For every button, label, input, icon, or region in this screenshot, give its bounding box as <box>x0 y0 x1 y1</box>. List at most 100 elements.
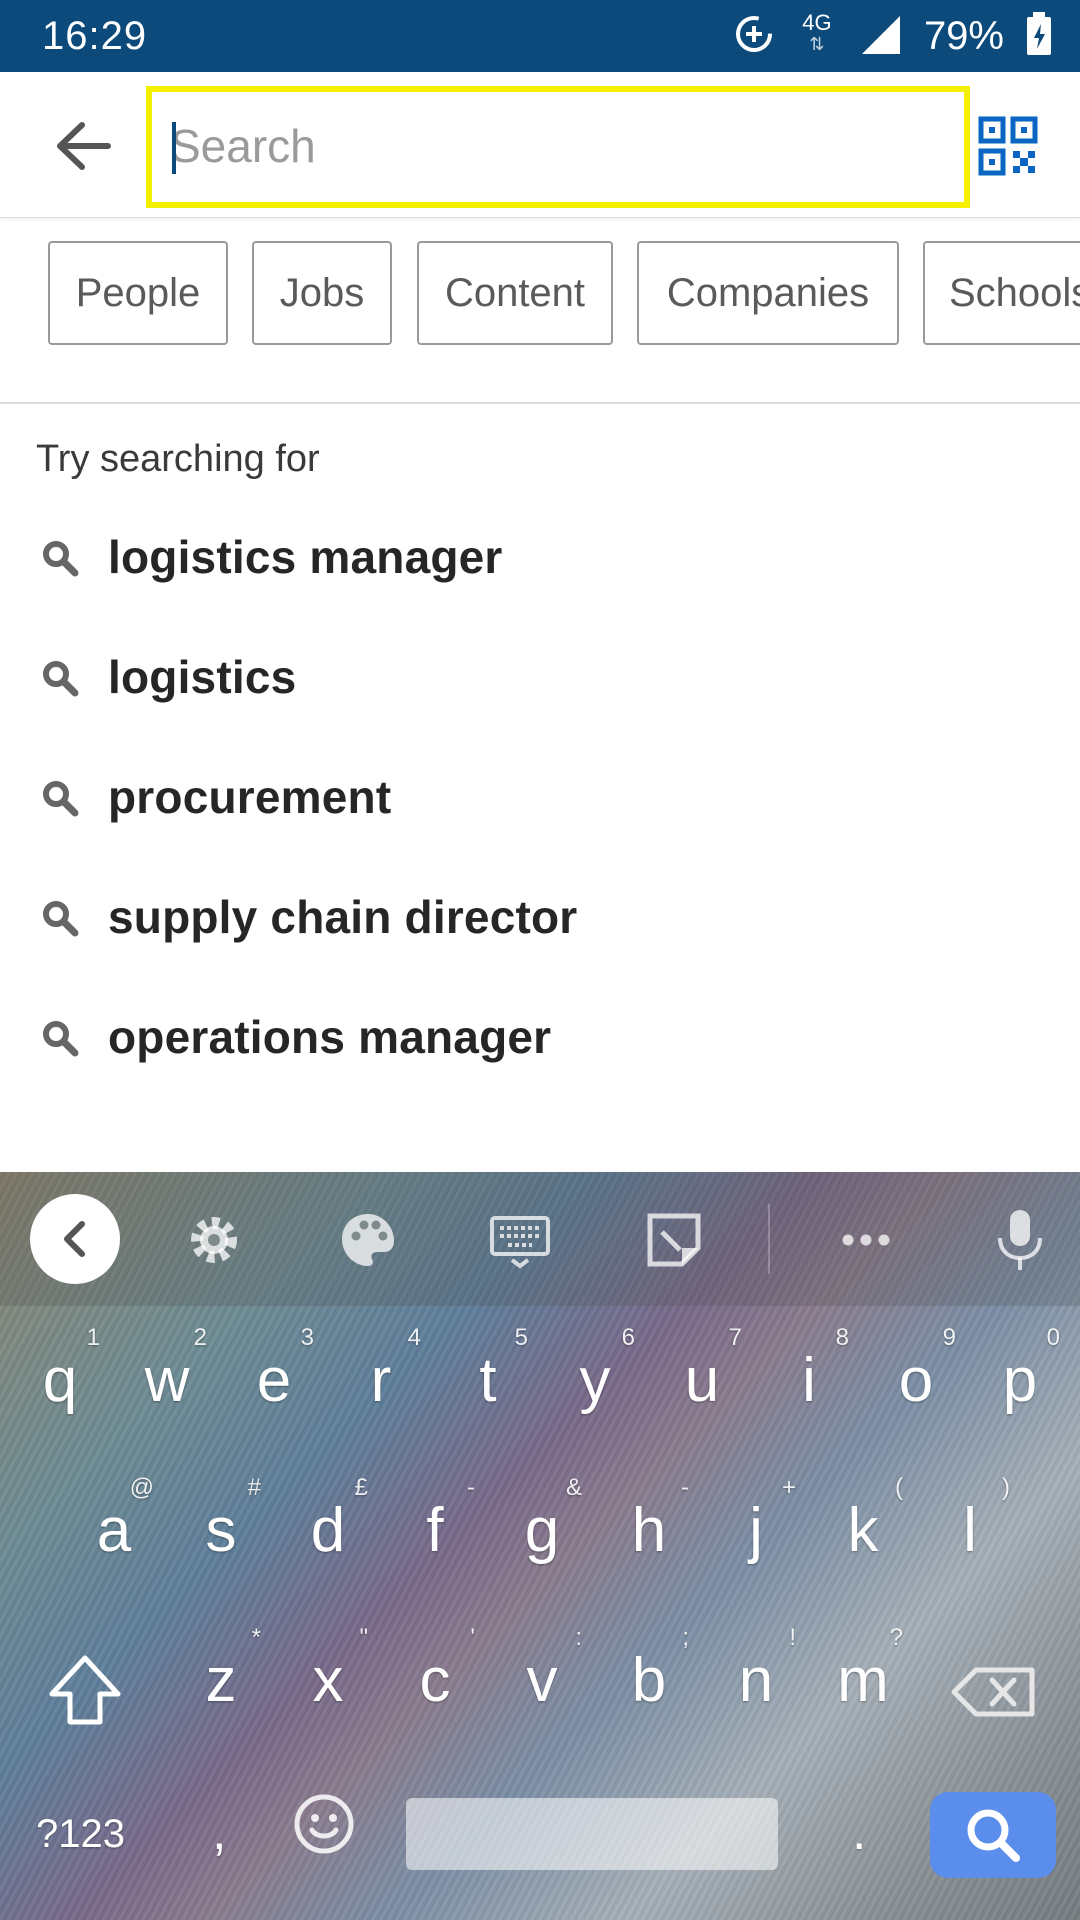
key-k[interactable]: (k <box>809 1468 917 1616</box>
chevron-left-icon <box>64 1221 85 1257</box>
qr-code-button[interactable] <box>978 116 1038 176</box>
symbols-key[interactable]: ?123 <box>36 1812 125 1857</box>
filter-chip-content[interactable]: Content <box>417 241 613 345</box>
keyboard-settings-button[interactable] <box>182 1208 246 1272</box>
key-label: f <box>426 1496 444 1565</box>
key-label: z <box>205 1646 237 1715</box>
suggestion-item[interactable]: logistics manager <box>0 504 1080 614</box>
soft-keyboard: 1q 2w 3e 4r 5t 6y 7u 8i 9o 0p @ a # s £ d -… <box>0 1172 1080 1920</box>
key-label: e <box>256 1346 292 1415</box>
filter-chip-people[interactable]: People <box>48 241 228 345</box>
back-button[interactable] <box>50 116 120 176</box>
status-bar: 16:29 4G ⇅ 79% <box>0 0 1080 72</box>
key-s[interactable]: # s <box>167 1468 275 1616</box>
sticker-icon <box>647 1213 701 1267</box>
collapse-toolbar-button[interactable] <box>30 1194 120 1284</box>
gear-icon <box>191 1217 237 1263</box>
key-y[interactable]: 6y <box>541 1318 649 1466</box>
key-r[interactable]: 4r <box>327 1318 435 1466</box>
key-n[interactable]: ! n <box>702 1618 810 1766</box>
spacebar[interactable] <box>406 1798 778 1870</box>
key-label: i <box>802 1346 816 1415</box>
key-label: j <box>749 1496 763 1565</box>
shift-icon <box>49 1655 121 1725</box>
signal-icon <box>858 12 902 61</box>
filter-chip-jobs[interactable]: Jobs <box>252 241 392 345</box>
key-p[interactable]: 0p <box>966 1318 1074 1466</box>
key-label: r <box>370 1346 392 1415</box>
key-b[interactable]: ; b <box>595 1618 703 1766</box>
filter-chip-companies[interactable]: Companies <box>637 241 899 345</box>
suggestion-item[interactable]: procurement <box>0 744 1080 854</box>
search-action-key[interactable] <box>930 1792 1056 1878</box>
key-label: w <box>144 1346 190 1415</box>
text-cursor <box>172 122 176 174</box>
more-options-button[interactable] <box>834 1208 898 1272</box>
key-label: k <box>847 1496 879 1565</box>
shift-key[interactable] <box>30 1618 140 1766</box>
key-i[interactable]: 8i <box>755 1318 863 1466</box>
backspace-key[interactable] <box>940 1618 1050 1766</box>
key-q[interactable]: 1q <box>6 1318 114 1466</box>
key-e[interactable]: 3e <box>220 1318 328 1466</box>
key-label: l <box>963 1496 977 1565</box>
key-v[interactable]: :v <box>488 1618 596 1766</box>
key-label: t <box>479 1346 497 1415</box>
key-a[interactable]: @ a <box>60 1468 168 1616</box>
key-o[interactable]: 9o <box>862 1318 970 1466</box>
voice-input-button[interactable] <box>988 1208 1052 1272</box>
key-label: s <box>205 1496 237 1565</box>
key-m[interactable]: ? m <box>809 1618 917 1766</box>
key-label: p <box>1002 1346 1038 1415</box>
search-input[interactable] <box>170 116 940 176</box>
status-icons: 4G ⇅ 79% <box>710 11 1052 61</box>
key-label: x <box>312 1646 344 1715</box>
key-label: n <box>738 1646 774 1715</box>
microphone-icon <box>998 1210 1042 1270</box>
comma-key[interactable]: , <box>212 1802 226 1862</box>
emoji-icon <box>294 1794 354 1854</box>
sticker-button[interactable] <box>642 1208 706 1272</box>
suggestion-item[interactable]: operations manager <box>0 984 1080 1094</box>
search-icon <box>967 1809 1020 1862</box>
more-icon <box>842 1234 890 1246</box>
qr-code-icon <box>978 116 1038 176</box>
backspace-icon <box>951 1667 1035 1717</box>
key-x[interactable]: " x <box>274 1618 382 1766</box>
key-label: c <box>419 1646 451 1715</box>
key-label: y <box>579 1346 611 1415</box>
period-key[interactable]: . <box>852 1802 866 1862</box>
suggestion-item[interactable]: logistics <box>0 624 1080 734</box>
key-f[interactable]: -f <box>381 1468 489 1616</box>
key-h[interactable]: -h <box>595 1468 703 1616</box>
suggestion-text: procurement <box>108 771 392 823</box>
key-j[interactable]: + j <box>702 1468 810 1616</box>
key-g[interactable]: & g <box>488 1468 596 1616</box>
key-label: g <box>524 1496 560 1565</box>
key-c[interactable]: ' c <box>381 1618 489 1766</box>
key-w[interactable]: 2w <box>113 1318 221 1466</box>
suggestion-text: logistics <box>108 651 297 703</box>
key-u[interactable]: 7u <box>648 1318 756 1466</box>
keyboard-theme-button[interactable] <box>336 1208 400 1272</box>
search-box-highlight[interactable] <box>146 86 970 208</box>
toolbar-divider <box>768 1204 770 1274</box>
key-t[interactable]: 5t <box>434 1318 542 1466</box>
filter-chip-schools[interactable]: Schools <box>923 241 1080 345</box>
key-label: o <box>898 1346 934 1415</box>
search-icon <box>43 661 79 697</box>
network-indicator: 4G ⇅ <box>798 12 836 60</box>
keyboard-icon <box>490 1216 550 1269</box>
search-filter-bar: People Jobs Content Companies Schools <box>0 218 1080 404</box>
data-arrows-icon: ⇅ <box>809 34 825 54</box>
suggestion-item[interactable]: supply chain director <box>0 864 1080 974</box>
keyboard-layout-button[interactable] <box>488 1208 552 1272</box>
key-l[interactable]: ) l <box>916 1468 1024 1616</box>
suggestion-text: supply chain director <box>108 891 578 943</box>
key-d[interactable]: £ d <box>274 1468 382 1616</box>
key-z[interactable]: * z <box>167 1618 275 1766</box>
suggestion-text: logistics manager <box>108 531 503 583</box>
emoji-key[interactable] <box>292 1792 356 1856</box>
key-label: m <box>837 1646 889 1715</box>
search-header <box>0 72 1080 218</box>
